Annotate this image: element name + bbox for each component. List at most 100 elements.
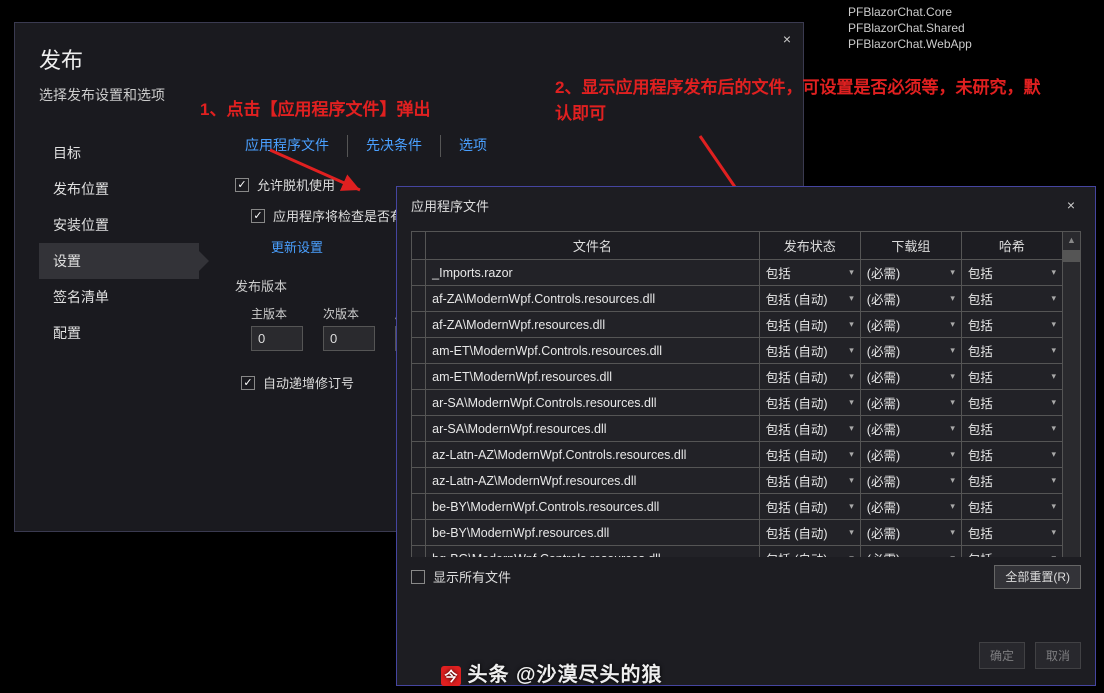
cell-file: ar-SA\ModernWpf.Controls.resources.dll bbox=[426, 390, 760, 416]
col-file[interactable]: 文件名 bbox=[426, 232, 760, 260]
scroll-up-icon[interactable]: ▲ bbox=[1063, 232, 1080, 248]
cell-hash[interactable]: 包括▾ bbox=[961, 338, 1062, 364]
chevron-down-icon: ▾ bbox=[849, 449, 854, 460]
cell-download[interactable]: (必需)▾ bbox=[860, 520, 961, 546]
cell-publish[interactable]: 包括 (自动)▾ bbox=[759, 338, 860, 364]
cell-download[interactable]: (必需)▾ bbox=[860, 390, 961, 416]
cell-hash[interactable]: 包括▾ bbox=[961, 312, 1062, 338]
check-updates-label: 应用程序将检查是否有更 bbox=[273, 206, 416, 225]
col-publish[interactable]: 发布状态 bbox=[759, 232, 860, 260]
cell-publish[interactable]: 包括 (自动)▾ bbox=[759, 416, 860, 442]
table-row[interactable]: az-Latn-AZ\ModernWpf.Controls.resources.… bbox=[412, 442, 1063, 468]
tab[interactable]: 选项 bbox=[441, 135, 505, 157]
chevron-down-icon: ▾ bbox=[1051, 527, 1056, 538]
sidebar-item[interactable]: 发布位置 bbox=[39, 171, 199, 207]
cell-hash[interactable]: 包括▾ bbox=[961, 286, 1062, 312]
table-row[interactable]: _Imports.razor包括▾(必需)▾包括▾ bbox=[412, 260, 1063, 286]
cell-publish[interactable]: 包括 (自动)▾ bbox=[759, 442, 860, 468]
cell-publish[interactable]: 包括 (自动)▾ bbox=[759, 390, 860, 416]
row-selector[interactable] bbox=[412, 364, 426, 390]
chevron-down-icon: ▾ bbox=[1051, 371, 1056, 382]
row-selector[interactable] bbox=[412, 468, 426, 494]
chevron-down-icon: ▾ bbox=[1051, 267, 1056, 278]
table-row[interactable]: am-ET\ModernWpf.resources.dll包括 (自动)▾(必需… bbox=[412, 364, 1063, 390]
chevron-down-icon: ▾ bbox=[849, 501, 854, 512]
cell-hash[interactable]: 包括▾ bbox=[961, 364, 1062, 390]
row-selector[interactable] bbox=[412, 260, 426, 286]
show-all-checkbox[interactable] bbox=[411, 570, 425, 584]
cell-download[interactable]: (必需)▾ bbox=[860, 260, 961, 286]
cell-download[interactable]: (必需)▾ bbox=[860, 312, 961, 338]
vertical-scrollbar[interactable]: ▲ ▼ bbox=[1063, 231, 1081, 557]
scroll-down-icon[interactable]: ▼ bbox=[1063, 555, 1080, 557]
files-grid[interactable]: 文件名 发布状态 下载组 哈希 _Imports.razor包括▾(必需)▾包括… bbox=[411, 231, 1063, 557]
cell-publish[interactable]: 包括 (自动)▾ bbox=[759, 520, 860, 546]
cell-hash[interactable]: 包括▾ bbox=[961, 520, 1062, 546]
table-row[interactable]: az-Latn-AZ\ModernWpf.resources.dll包括 (自动… bbox=[412, 468, 1063, 494]
cell-download[interactable]: (必需)▾ bbox=[860, 546, 961, 558]
chevron-down-icon: ▾ bbox=[849, 527, 854, 538]
cell-download[interactable]: (必需)▾ bbox=[860, 286, 961, 312]
cell-download[interactable]: (必需)▾ bbox=[860, 364, 961, 390]
sidebar-item[interactable]: 配置 bbox=[39, 315, 199, 351]
dialog-close-icon[interactable]: × bbox=[1061, 195, 1081, 215]
sidebar-item[interactable]: 安装位置 bbox=[39, 207, 199, 243]
row-selector[interactable] bbox=[412, 286, 426, 312]
table-row[interactable]: be-BY\ModernWpf.resources.dll包括 (自动)▾(必需… bbox=[412, 520, 1063, 546]
version-input[interactable] bbox=[323, 326, 375, 351]
cell-publish[interactable]: 包括 (自动)▾ bbox=[759, 546, 860, 558]
cell-file: ar-SA\ModernWpf.resources.dll bbox=[426, 416, 760, 442]
cell-download[interactable]: (必需)▾ bbox=[860, 338, 961, 364]
cell-publish[interactable]: 包括 (自动)▾ bbox=[759, 468, 860, 494]
row-selector[interactable] bbox=[412, 546, 426, 558]
cell-hash[interactable]: 包括▾ bbox=[961, 546, 1062, 558]
reset-all-button[interactable]: 全部重置(R) bbox=[994, 565, 1081, 589]
sidebar-item[interactable]: 目标 bbox=[39, 135, 199, 171]
check-updates-checkbox[interactable] bbox=[251, 209, 265, 223]
offline-checkbox[interactable] bbox=[235, 178, 249, 192]
sidebar-item[interactable]: 签名清单 bbox=[39, 279, 199, 315]
cell-download[interactable]: (必需)▾ bbox=[860, 468, 961, 494]
table-row[interactable]: am-ET\ModernWpf.Controls.resources.dll包括… bbox=[412, 338, 1063, 364]
row-selector[interactable] bbox=[412, 312, 426, 338]
update-settings-link[interactable]: 更新设置 bbox=[271, 237, 323, 256]
arrow-1-icon bbox=[260, 142, 380, 205]
cell-publish[interactable]: 包括▾ bbox=[759, 260, 860, 286]
cell-hash[interactable]: 包括▾ bbox=[961, 260, 1062, 286]
cell-hash[interactable]: 包括▾ bbox=[961, 468, 1062, 494]
auto-increment-checkbox[interactable] bbox=[241, 376, 255, 390]
table-row[interactable]: af-ZA\ModernWpf.Controls.resources.dll包括… bbox=[412, 286, 1063, 312]
cell-publish[interactable]: 包括 (自动)▾ bbox=[759, 494, 860, 520]
table-row[interactable]: ar-SA\ModernWpf.resources.dll包括 (自动)▾(必需… bbox=[412, 416, 1063, 442]
row-selector[interactable] bbox=[412, 520, 426, 546]
chevron-down-icon: ▾ bbox=[1051, 293, 1056, 304]
chevron-down-icon: ▾ bbox=[1051, 423, 1056, 434]
table-row[interactable]: be-BY\ModernWpf.Controls.resources.dll包括… bbox=[412, 494, 1063, 520]
cell-download[interactable]: (必需)▾ bbox=[860, 442, 961, 468]
cell-publish[interactable]: 包括 (自动)▾ bbox=[759, 364, 860, 390]
cell-hash[interactable]: 包括▾ bbox=[961, 390, 1062, 416]
col-hash[interactable]: 哈希 bbox=[961, 232, 1062, 260]
row-selector[interactable] bbox=[412, 494, 426, 520]
row-selector[interactable] bbox=[412, 442, 426, 468]
cell-download[interactable]: (必需)▾ bbox=[860, 494, 961, 520]
chevron-down-icon: ▾ bbox=[849, 371, 854, 382]
row-selector[interactable] bbox=[412, 390, 426, 416]
cell-publish[interactable]: 包括 (自动)▾ bbox=[759, 286, 860, 312]
cell-hash[interactable]: 包括▾ bbox=[961, 416, 1062, 442]
cell-publish[interactable]: 包括 (自动)▾ bbox=[759, 312, 860, 338]
row-selector[interactable] bbox=[412, 416, 426, 442]
table-row[interactable]: bg-BG\ModernWpf.Controls.resources.dll包括… bbox=[412, 546, 1063, 558]
sidebar-item[interactable]: 设置 bbox=[39, 243, 199, 279]
annotation-1: 1、点击【应用程序文件】弹出 bbox=[200, 95, 430, 120]
close-icon[interactable]: × bbox=[783, 31, 791, 47]
cell-hash[interactable]: 包括▾ bbox=[961, 494, 1062, 520]
cell-download[interactable]: (必需)▾ bbox=[860, 416, 961, 442]
table-row[interactable]: ar-SA\ModernWpf.Controls.resources.dll包括… bbox=[412, 390, 1063, 416]
version-input[interactable] bbox=[251, 326, 303, 351]
col-download[interactable]: 下载组 bbox=[860, 232, 961, 260]
row-selector[interactable] bbox=[412, 338, 426, 364]
version-label: 次版本 bbox=[323, 305, 379, 322]
cell-hash[interactable]: 包括▾ bbox=[961, 442, 1062, 468]
table-row[interactable]: af-ZA\ModernWpf.resources.dll包括 (自动)▾(必需… bbox=[412, 312, 1063, 338]
